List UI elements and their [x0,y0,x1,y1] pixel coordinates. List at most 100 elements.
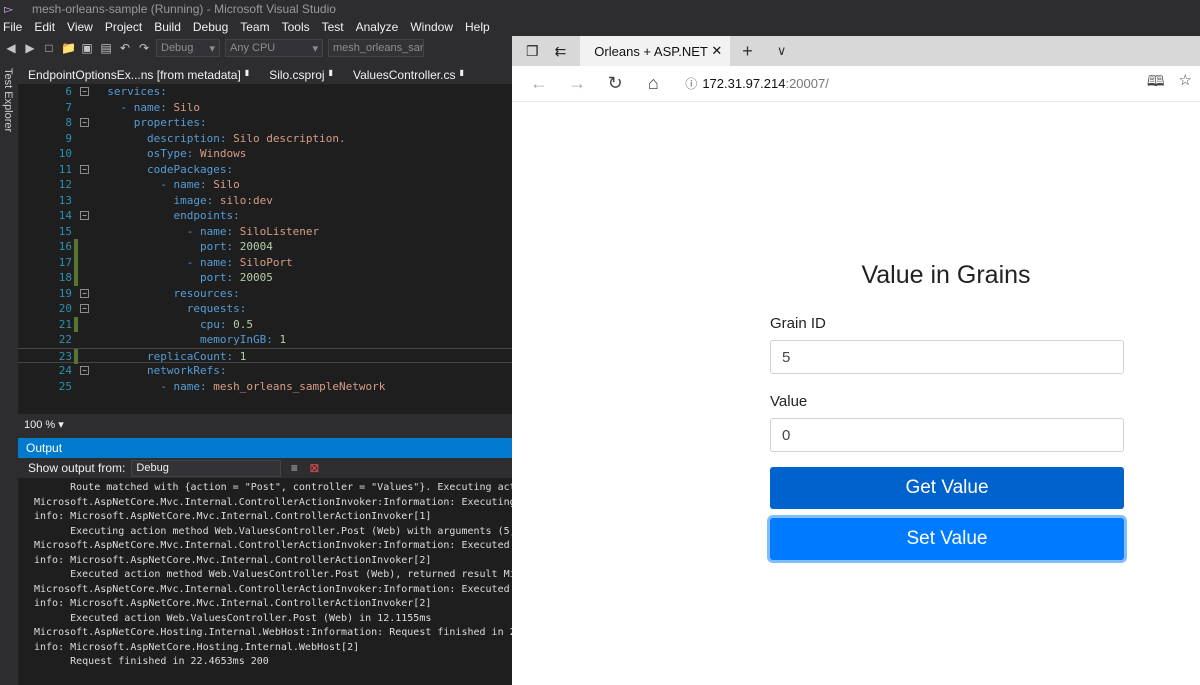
vs-title-bar: ▻ mesh-orleans-sample (Running) - Micros… [0,0,512,18]
reading-view-icon[interactable]: 🕮 [1147,71,1165,96]
vs-logo-icon: ▻ [4,2,14,16]
pin-icon[interactable]: ▮ [329,68,333,82]
fold-toggle-icon[interactable]: − [80,211,89,220]
fold-toggle-icon[interactable]: − [80,164,89,174]
forward-icon[interactable]: ▶ [23,41,37,55]
tab-aside-icon[interactable]: ⇇ [555,43,567,60]
change-marker [74,332,78,348]
visual-studio-window: ▻ mesh-orleans-sample (Running) - Micros… [0,0,512,685]
menu-item-build[interactable]: Build [148,20,187,34]
set-value-button[interactable]: Set Value [770,518,1124,560]
get-value-button[interactable]: Get Value [770,467,1124,509]
clear-all-icon[interactable]: ⊠ [307,461,321,475]
menu-item-window[interactable]: Window [404,20,459,34]
menu-item-help[interactable]: Help [459,20,496,34]
menu-item-project[interactable]: Project [99,20,148,34]
menu-item-analyze[interactable]: Analyze [350,20,405,34]
code-text: - name: mesh_orleans_sampleNetwork [94,379,385,395]
menu-item-view[interactable]: View [61,20,99,34]
code-line: 22 memoryInGB: 1 [18,332,512,348]
redo-icon[interactable]: ↷ [137,41,151,55]
editor-tab[interactable]: Silo.csproj ▮ [259,66,343,84]
page-heading: Value in Grains [861,261,1031,289]
back-icon[interactable]: ◀ [4,41,18,55]
home-icon[interactable]: ⌂ [634,73,672,94]
config-dropdown[interactable]: Debug ▾ [156,39,220,57]
code-line: 15 - name: SiloListener [18,224,512,240]
save-icon[interactable]: ▣ [80,41,94,55]
editor-tab[interactable]: EndpointOptionsEx...ns [from metadata] ▮ [18,66,259,84]
yaml-key: cpu: [199,317,234,331]
code-text: memoryInGB: 1 [94,332,286,348]
platform-value: Any CPU [230,42,276,54]
change-marker [74,363,78,379]
refresh-icon[interactable]: ↻ [596,73,634,94]
close-icon[interactable]: ✕ [711,43,722,59]
browser-tab[interactable]: Orleans + ASP.NET Core ✕ [580,36,731,66]
code-text: osType: Windows [94,146,246,162]
info-icon[interactable]: ⓘ [680,75,702,92]
code-text: - name: SiloPort [94,255,293,271]
output-line: Microsoft.AspNetCore.Mvc.Internal.Contro… [34,496,512,508]
change-marker [74,286,78,302]
open-folder-icon[interactable]: 📁 [61,41,76,55]
menu-item-tools[interactable]: Tools [276,20,316,34]
code-text: codePackages: [94,162,233,178]
chevron-down-icon: ▾ [312,42,318,55]
platform-dropdown[interactable]: Any CPU ▾ [225,39,323,57]
fold-toggle-icon[interactable]: − [80,87,89,96]
save-all-icon[interactable]: ▤ [99,41,113,55]
fold-toggle-icon[interactable]: − [80,288,89,298]
chevron-down-icon[interactable]: ∨ [765,43,799,59]
forward-arrow-icon[interactable]: → [558,73,596,94]
yaml-value: 1 [279,333,287,346]
menu-item-file[interactable]: File [0,20,28,34]
address-bar[interactable]: ⓘ 172.31.97.214:20007/ [680,71,1147,97]
change-marker [74,193,78,209]
value-input[interactable] [770,418,1124,452]
yaml-value: 20004 [239,240,273,253]
yaml-key: - name: [186,255,240,269]
grain-id-input[interactable] [770,340,1124,374]
yaml-key: codePackages: [146,162,234,176]
config-value: Debug [161,42,194,54]
zoom-dropdown[interactable]: 100 % ▾ [18,414,512,434]
pin-icon[interactable]: ▮ [245,68,249,82]
menu-item-test[interactable]: Test [316,20,350,34]
tab-manager-icon[interactable]: ❐ [526,43,539,60]
test-explorer-tab[interactable]: Test Explorer [2,68,14,132]
yaml-value: mesh_orleans_sampleNetwork [213,379,386,393]
menu-item-debug[interactable]: Debug [187,20,234,34]
change-marker [74,348,78,364]
code-text: cpu: 0.5 [94,317,253,333]
code-text: description: Silo description. [94,131,346,147]
back-arrow-icon[interactable]: ← [520,73,558,94]
undo-icon[interactable]: ↶ [118,41,132,55]
menu-item-team[interactable]: Team [234,20,275,34]
new-tab-icon[interactable]: + [730,41,765,62]
fold-toggle-icon[interactable]: − [80,118,89,127]
startup-dropdown[interactable]: mesh_orleans_sampl [328,39,424,57]
editor-tab[interactable]: ValuesController.cs ▮ [343,66,474,84]
favorite-star-icon[interactable]: ☆ [1179,71,1192,96]
menu-item-edit[interactable]: Edit [28,20,61,34]
chevron-down-icon: ▾ [209,42,215,55]
address-host: 172.31.97.214 [702,76,786,91]
code-line: 12 - name: Silo [18,177,512,193]
fold-toggle-icon[interactable]: − [80,366,89,375]
new-project-icon[interactable]: □ [42,41,56,55]
output-line: Microsoft.AspNetCore.Mvc.Internal.Contro… [34,540,512,551]
line-number: 23 [58,349,72,363]
pin-icon[interactable]: ▮ [459,68,463,82]
find-icon[interactable]: ≡ [287,461,301,475]
output-source-dropdown[interactable]: Debug [131,459,282,477]
code-editor[interactable]: 6− services: 7 - name: Silo 8− properties:… [18,84,512,414]
change-marker [74,239,78,255]
fold-toggle-icon[interactable]: − [80,304,89,313]
